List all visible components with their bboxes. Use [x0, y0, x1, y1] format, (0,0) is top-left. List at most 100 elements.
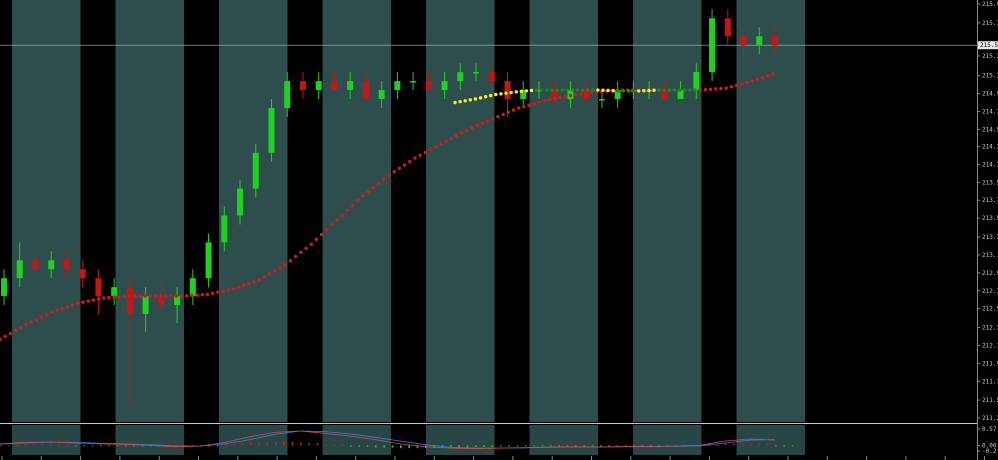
candle-body	[16, 260, 23, 279]
ma-fast-point	[647, 88, 651, 93]
ma-slow-point	[563, 94, 568, 99]
ma-slow-point	[330, 223, 334, 227]
macd-hist-bar	[41, 444, 44, 446]
ma-slow-point	[216, 290, 220, 294]
ma-fast-point	[545, 88, 549, 92]
ma-slow-point	[760, 75, 765, 80]
macd-hist-bar	[500, 445, 502, 447]
macd-hist-bar	[591, 445, 594, 447]
ma-slow-point	[127, 294, 132, 298]
ma-slow-point	[257, 278, 262, 282]
ma-slow-point	[408, 159, 412, 164]
ma-slow-point	[293, 254, 298, 259]
candle-body	[457, 72, 464, 82]
ma-slow-point	[153, 294, 158, 298]
candle-body	[221, 215, 228, 243]
macd-hist-bar	[125, 445, 127, 447]
price-tick-label: 212.15	[982, 342, 998, 349]
ma-slow-point	[107, 295, 111, 300]
session-band-osc	[529, 425, 598, 455]
macd-hist-bar	[491, 445, 494, 447]
ma-slow-point	[527, 103, 531, 107]
ma-slow-point	[325, 227, 329, 232]
macd-hist-bar	[775, 445, 777, 447]
ma-slow-point	[387, 173, 391, 177]
macd-hist-bar	[33, 444, 35, 446]
macd-hist-bar	[50, 445, 52, 446]
ma-slow-point	[750, 79, 754, 83]
price-tick-label: 211.54	[982, 397, 998, 404]
macd-hist-bar	[791, 445, 794, 447]
ma-slow-point	[112, 295, 116, 299]
price-tick-label: 213.36	[982, 234, 998, 241]
ma-fast-point	[591, 88, 595, 92]
ma-slow-point	[532, 101, 536, 106]
candle	[709, 9, 716, 82]
macd-hist-bar	[216, 445, 219, 447]
ma-slow-point	[76, 301, 80, 305]
ma-slow-point	[574, 92, 578, 97]
price-tick-label: 211.34	[982, 415, 998, 422]
ma-fast-point	[468, 98, 473, 102]
macd-hist-bar	[783, 445, 785, 447]
ma-slow-point	[19, 325, 23, 330]
candle-body	[79, 269, 86, 279]
session-band	[736, 0, 805, 422]
chart-svg[interactable]: 215.96 215.75 215.38 215.16 214.96 214.76 214.…	[0, 0, 998, 460]
session-band	[219, 0, 288, 422]
ma-slow-point	[755, 77, 759, 81]
macd-hist-bar	[608, 445, 610, 447]
ma-fast-point	[540, 88, 544, 92]
candle-body	[111, 287, 118, 297]
macd-hist-bar	[283, 441, 285, 446]
candle-body	[724, 18, 731, 37]
ma-fast-point	[611, 88, 615, 93]
macd-hist-bar	[83, 445, 85, 447]
ma-slow-point	[501, 112, 505, 117]
candle-body	[709, 18, 716, 73]
ma-fast-point	[688, 88, 692, 92]
ma-fast-point	[473, 97, 478, 101]
price-tick-label: 213.16	[982, 252, 998, 259]
ma-fast-point	[621, 89, 626, 93]
ma-slow-point	[200, 292, 204, 297]
ma-slow-point	[734, 83, 739, 88]
macd-hist-bar	[525, 445, 527, 447]
candle-body	[315, 81, 322, 91]
macd-hist-bar	[716, 445, 719, 446]
candle-body	[347, 81, 354, 91]
ma-slow-point	[356, 198, 360, 203]
candlestick-chart[interactable]: 215.96 215.75 215.38 215.16 214.96 214.76 214.…	[0, 0, 998, 460]
session-band-osc	[12, 425, 81, 455]
ma-fast-point	[489, 93, 493, 98]
ma-slow-point	[335, 218, 339, 222]
price-tick-label: 215.38	[982, 53, 998, 60]
ma-slow-point	[96, 297, 101, 301]
current-price-label: 215.5	[980, 42, 998, 49]
ma-slow-point	[350, 203, 355, 208]
ma-slow-point	[771, 72, 775, 76]
session-band-osc	[219, 425, 288, 455]
oscillator-tick-label: -0.2	[982, 448, 997, 455]
ma-slow-point	[268, 272, 272, 276]
ma-slow-point	[449, 136, 453, 141]
ma-slow-point	[376, 181, 381, 186]
ma-slow-point	[283, 263, 287, 267]
macd-hist-bar	[541, 445, 544, 447]
macd-hist-bar	[0, 445, 2, 447]
candle-body	[362, 81, 369, 99]
macd-hist-bar	[116, 445, 119, 447]
ma-slow-point	[719, 86, 723, 91]
ma-slow-point	[480, 121, 485, 126]
ma-fast-point	[616, 89, 621, 93]
ma-slow-point	[24, 323, 28, 327]
ma-fast-point	[560, 88, 564, 92]
macd-hist-bar	[633, 445, 635, 447]
ma-fast-point	[555, 88, 559, 92]
price-tick-label: 213.77	[982, 197, 998, 204]
price-tick-label: 214.76	[982, 109, 998, 116]
macd-hist-bar	[25, 444, 27, 446]
session-band	[633, 0, 702, 422]
macd-hist-bar	[233, 443, 235, 446]
session-band	[322, 0, 391, 422]
